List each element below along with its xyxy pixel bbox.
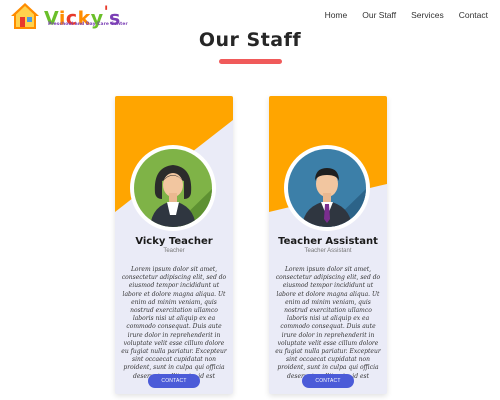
house-icon — [11, 3, 39, 29]
contact-button[interactable]: CONTACT — [302, 374, 354, 388]
staff-name: Vicky Teacher — [135, 236, 213, 247]
main-nav: Home Our Staff Services Contact — [310, 10, 488, 20]
title-underline — [219, 59, 282, 64]
contact-button[interactable]: CONTACT — [148, 374, 200, 388]
nav-home[interactable]: Home — [325, 10, 348, 20]
nav-contact[interactable]: Contact — [459, 10, 488, 20]
female-teacher-avatar-icon — [130, 145, 216, 231]
staff-role: Teacher Assistant — [304, 248, 352, 254]
nav-our-staff[interactable]: Our Staff — [362, 10, 396, 20]
logo[interactable]: Vicky's Preschool and Day Care Center — [10, 1, 135, 31]
staff-description: Lorem ipsum dolor sit amet, consectetur … — [121, 266, 227, 388]
staff-card: Vicky Teacher Teacher Lorem ipsum dolor … — [115, 96, 233, 394]
page: Vicky's Preschool and Day Care Center Ho… — [0, 0, 500, 400]
staff-card: Teacher Assistant Teacher Assistant Lore… — [269, 96, 387, 394]
staff-role: Teacher — [163, 248, 185, 254]
staff-description: Lorem ipsum dolor sit amet, consectetur … — [275, 266, 381, 388]
nav-services[interactable]: Services — [411, 10, 444, 20]
staff-name: Teacher Assistant — [278, 236, 378, 247]
male-assistant-avatar-icon — [284, 145, 370, 231]
logo-subtitle: Preschool and Day Care Center — [48, 22, 128, 27]
page-title: Our Staff — [198, 29, 302, 51]
